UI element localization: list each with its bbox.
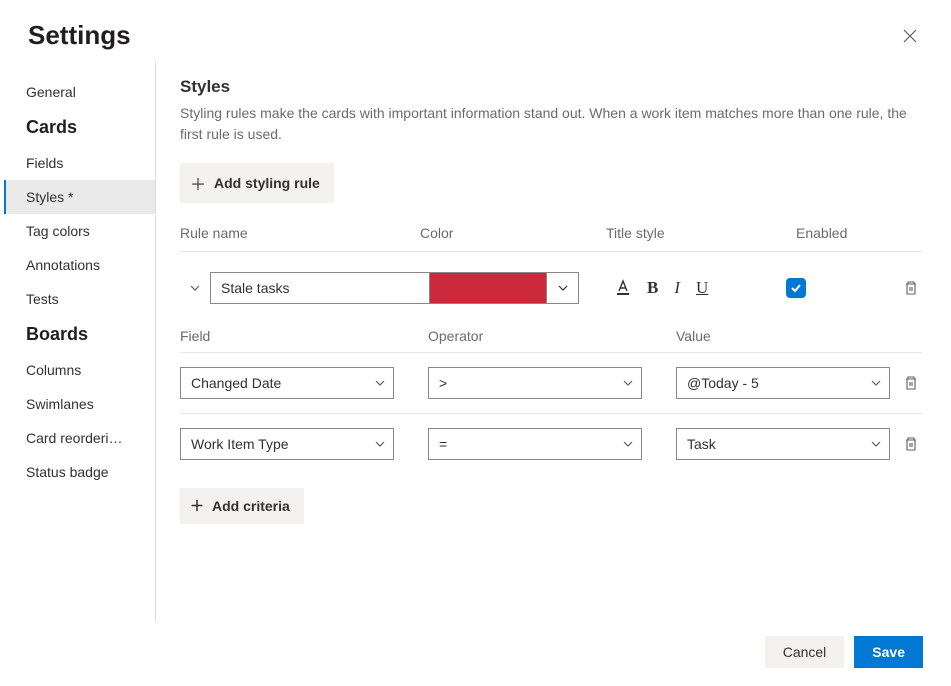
page-description: Styling rules make the cards with import… (180, 103, 923, 145)
criteria-header-operator: Operator (428, 328, 676, 344)
sidebar-item-tag-colors[interactable]: Tag colors (4, 214, 155, 248)
check-icon (790, 282, 802, 294)
sidebar-item-tests[interactable]: Tests (4, 282, 155, 316)
expand-rule-toggle[interactable] (180, 282, 210, 294)
criteria-header-field: Field (180, 328, 428, 344)
close-button[interactable] (897, 23, 923, 49)
underline-button[interactable]: U (694, 276, 710, 300)
trash-icon (903, 375, 919, 391)
plus-icon: ＋ (190, 171, 206, 195)
sidebar-item-card-reordering[interactable]: Card reorderi… (4, 421, 155, 455)
save-button[interactable]: Save (854, 636, 923, 668)
column-header-name: Rule name (180, 225, 420, 241)
plus-icon: ＋ (190, 496, 204, 516)
page-title: Styles (180, 77, 923, 97)
criteria-header-value: Value (676, 328, 923, 344)
criteria-operator-select[interactable] (428, 367, 642, 399)
chevron-down-icon (557, 282, 569, 294)
criteria-field-select[interactable] (180, 367, 394, 399)
criteria-row (180, 413, 923, 474)
criteria-value-select[interactable] (676, 367, 890, 399)
column-header-title-style: Title style (606, 225, 796, 241)
sidebar-item-status-badge[interactable]: Status badge (4, 455, 155, 489)
criteria-operator-select[interactable] (428, 428, 642, 460)
dialog-title: Settings (28, 20, 131, 51)
italic-button[interactable]: I (672, 276, 682, 300)
sidebar-item-general[interactable]: General (4, 75, 155, 109)
sidebar-item-columns[interactable]: Columns (4, 353, 155, 387)
delete-rule-button[interactable] (899, 276, 923, 300)
criteria-row (180, 352, 923, 413)
delete-criteria-button[interactable] (899, 371, 923, 395)
add-styling-rule-button[interactable]: ＋ Add styling rule (180, 163, 334, 203)
sidebar-item-swimlanes[interactable]: Swimlanes (4, 387, 155, 421)
trash-icon (903, 436, 919, 452)
color-picker[interactable] (430, 272, 579, 304)
color-swatch (430, 273, 546, 303)
color-dropdown-toggle[interactable] (546, 273, 578, 303)
sidebar-item-fields[interactable]: Fields (4, 146, 155, 180)
sidebar-heading-boards: Boards (4, 316, 155, 353)
enabled-checkbox[interactable] (786, 278, 806, 298)
criteria-value-select[interactable] (676, 428, 890, 460)
column-header-color: Color (420, 225, 606, 241)
sidebar-heading-cards: Cards (4, 109, 155, 146)
font-color-icon (615, 279, 631, 297)
rule-name-input[interactable] (210, 272, 430, 304)
trash-icon (903, 280, 919, 296)
criteria-field-select[interactable] (180, 428, 394, 460)
close-icon (903, 29, 917, 43)
add-criteria-button[interactable]: ＋ Add criteria (180, 488, 304, 524)
delete-criteria-button[interactable] (899, 432, 923, 456)
column-header-enabled: Enabled (796, 225, 923, 241)
bold-button[interactable]: B (645, 276, 660, 300)
cancel-button[interactable]: Cancel (765, 636, 845, 668)
style-rule-row: B I U Field Operator (180, 251, 923, 538)
add-rule-label: Add styling rule (214, 175, 320, 191)
font-color-button[interactable] (613, 277, 633, 299)
add-criteria-label: Add criteria (212, 498, 290, 514)
chevron-down-icon (189, 282, 201, 294)
sidebar-item-styles[interactable]: Styles * (4, 180, 155, 214)
sidebar-item-annotations[interactable]: Annotations (4, 248, 155, 282)
settings-sidebar: General Cards Fields Styles * Tag colors… (4, 61, 156, 622)
